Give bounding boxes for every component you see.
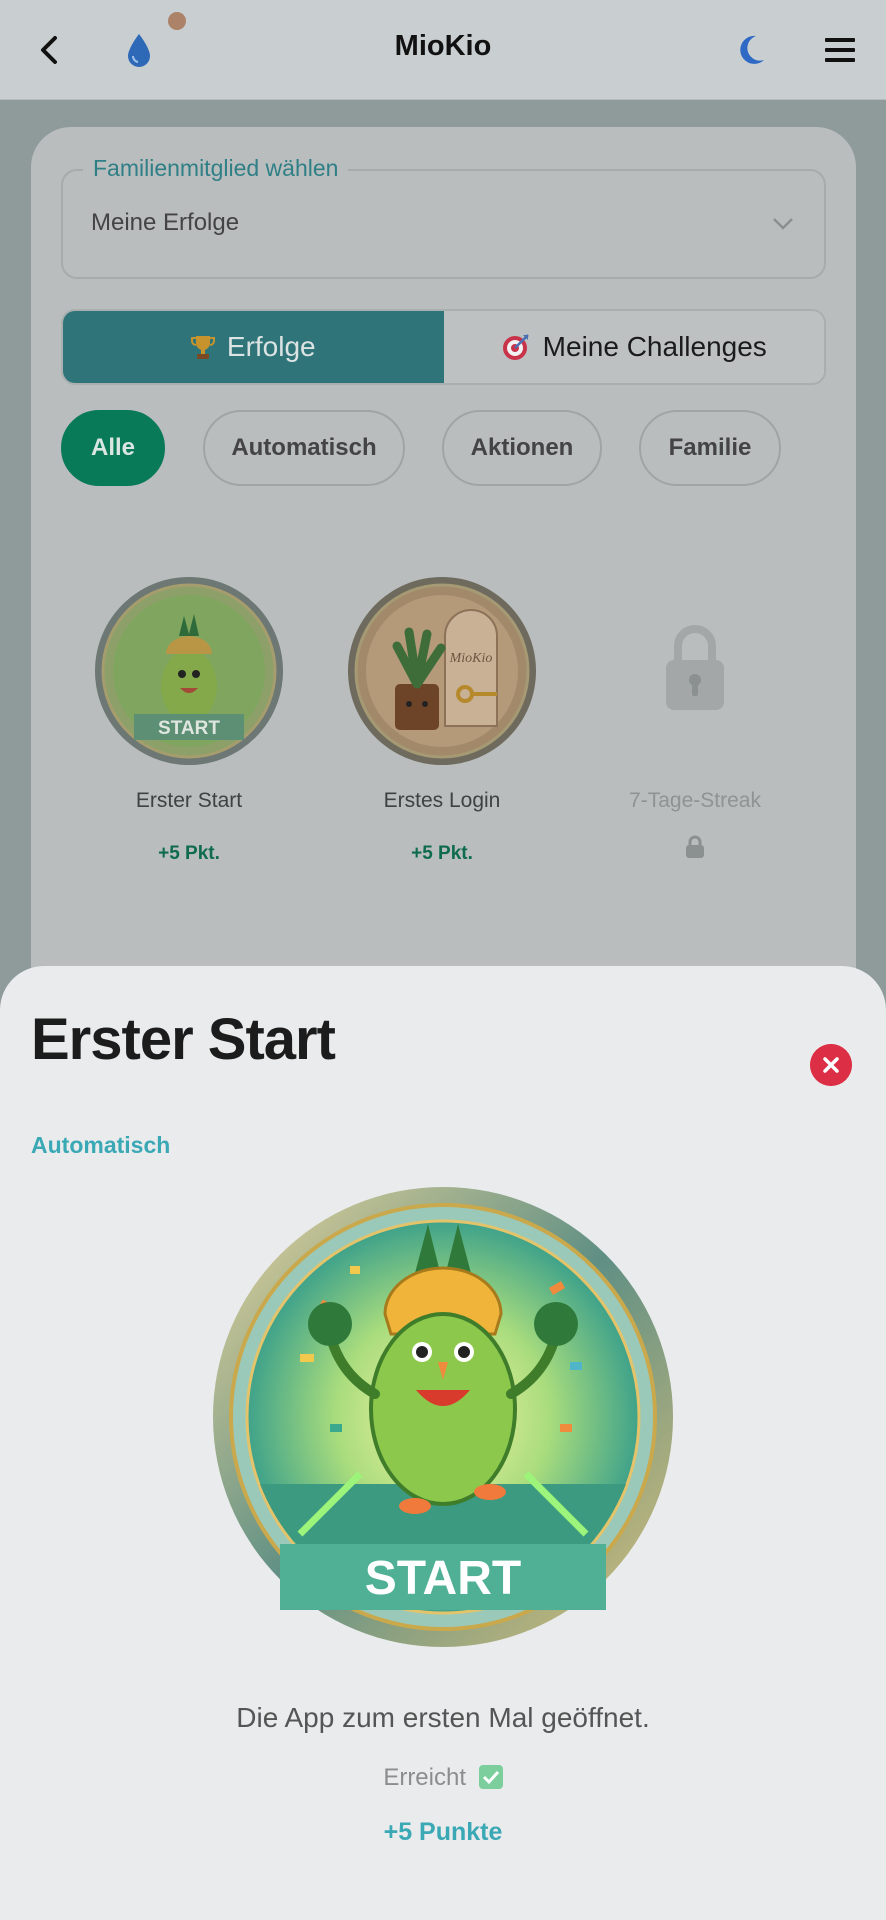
plant-key-door-medal-image: MioKio [348, 577, 536, 765]
large-medal-start-text: START [365, 1552, 521, 1605]
dark-mode-moon-icon[interactable] [730, 30, 770, 70]
achievement-detail-sheet: Erster Start Automatisch START Die App z… [0, 966, 886, 1920]
status-label: Erreicht [383, 1764, 466, 1791]
tab-erfolge[interactable]: Erfolge [63, 311, 444, 383]
family-member-select[interactable]: Familienmitglied wählen Meine Erfolge [61, 155, 826, 279]
badge-name: Erster Start [135, 789, 243, 812]
detail-category: Automatisch [31, 1132, 171, 1158]
hamburger-menu-icon[interactable] [823, 33, 857, 67]
checkmark-icon [478, 1765, 503, 1789]
badge-7-tage-streak[interactable]: 7-Tage-Streak [600, 576, 790, 864]
detail-title: Erster Start [31, 1007, 336, 1072]
badge-erstes-login[interactable]: MioKio Erstes Login +5 Pkt. [347, 576, 537, 865]
select-value: Meine Erfolge [91, 209, 240, 236]
target-icon [502, 334, 529, 360]
detail-status: Erreicht [0, 1764, 886, 1792]
pineapple-start-medal-image: START [95, 577, 283, 765]
select-legend: Familienmitglied wählen [83, 155, 349, 182]
detail-points: +5 Punkte [383, 1818, 503, 1846]
filter-chip-automatisch[interactable]: Automatisch [203, 410, 405, 486]
medal-brand-text: MioKio [449, 651, 493, 666]
badge-name: 7-Tage-Streak [629, 789, 761, 812]
badge-name: Erstes Login [383, 789, 501, 812]
detail-description: Die App zum ersten Mal geöffnet. [236, 1702, 650, 1733]
filter-chip-alle[interactable]: Alle [61, 410, 165, 486]
top-bar: MioKio [0, 0, 886, 100]
notification-dot [168, 12, 186, 30]
filter-chip-familie[interactable]: Familie [639, 410, 781, 486]
pineapple-start-large-medal-image: START [213, 1187, 673, 1647]
tab-erfolge-label: Erfolge [226, 331, 316, 362]
tab-challenges-label: Meine Challenges [542, 331, 767, 362]
trophy-icon [190, 336, 215, 359]
tab-bar: Erfolge Meine Challenges [61, 309, 826, 385]
badge-erster-start[interactable]: START Erster Start +5 Pkt. [94, 576, 284, 865]
filter-chip-aktionen[interactable]: Aktionen [442, 410, 602, 486]
tab-meine-challenges[interactable]: Meine Challenges [443, 311, 824, 383]
chevron-down-icon [773, 218, 793, 230]
medal-start-text: START [158, 718, 220, 739]
close-x-icon[interactable] [810, 1044, 852, 1086]
badge-points: +5 Pkt. [411, 843, 473, 864]
small-lock-icon [686, 835, 704, 858]
badge-points: +5 Pkt. [158, 843, 220, 864]
padlock-icon [666, 625, 724, 710]
